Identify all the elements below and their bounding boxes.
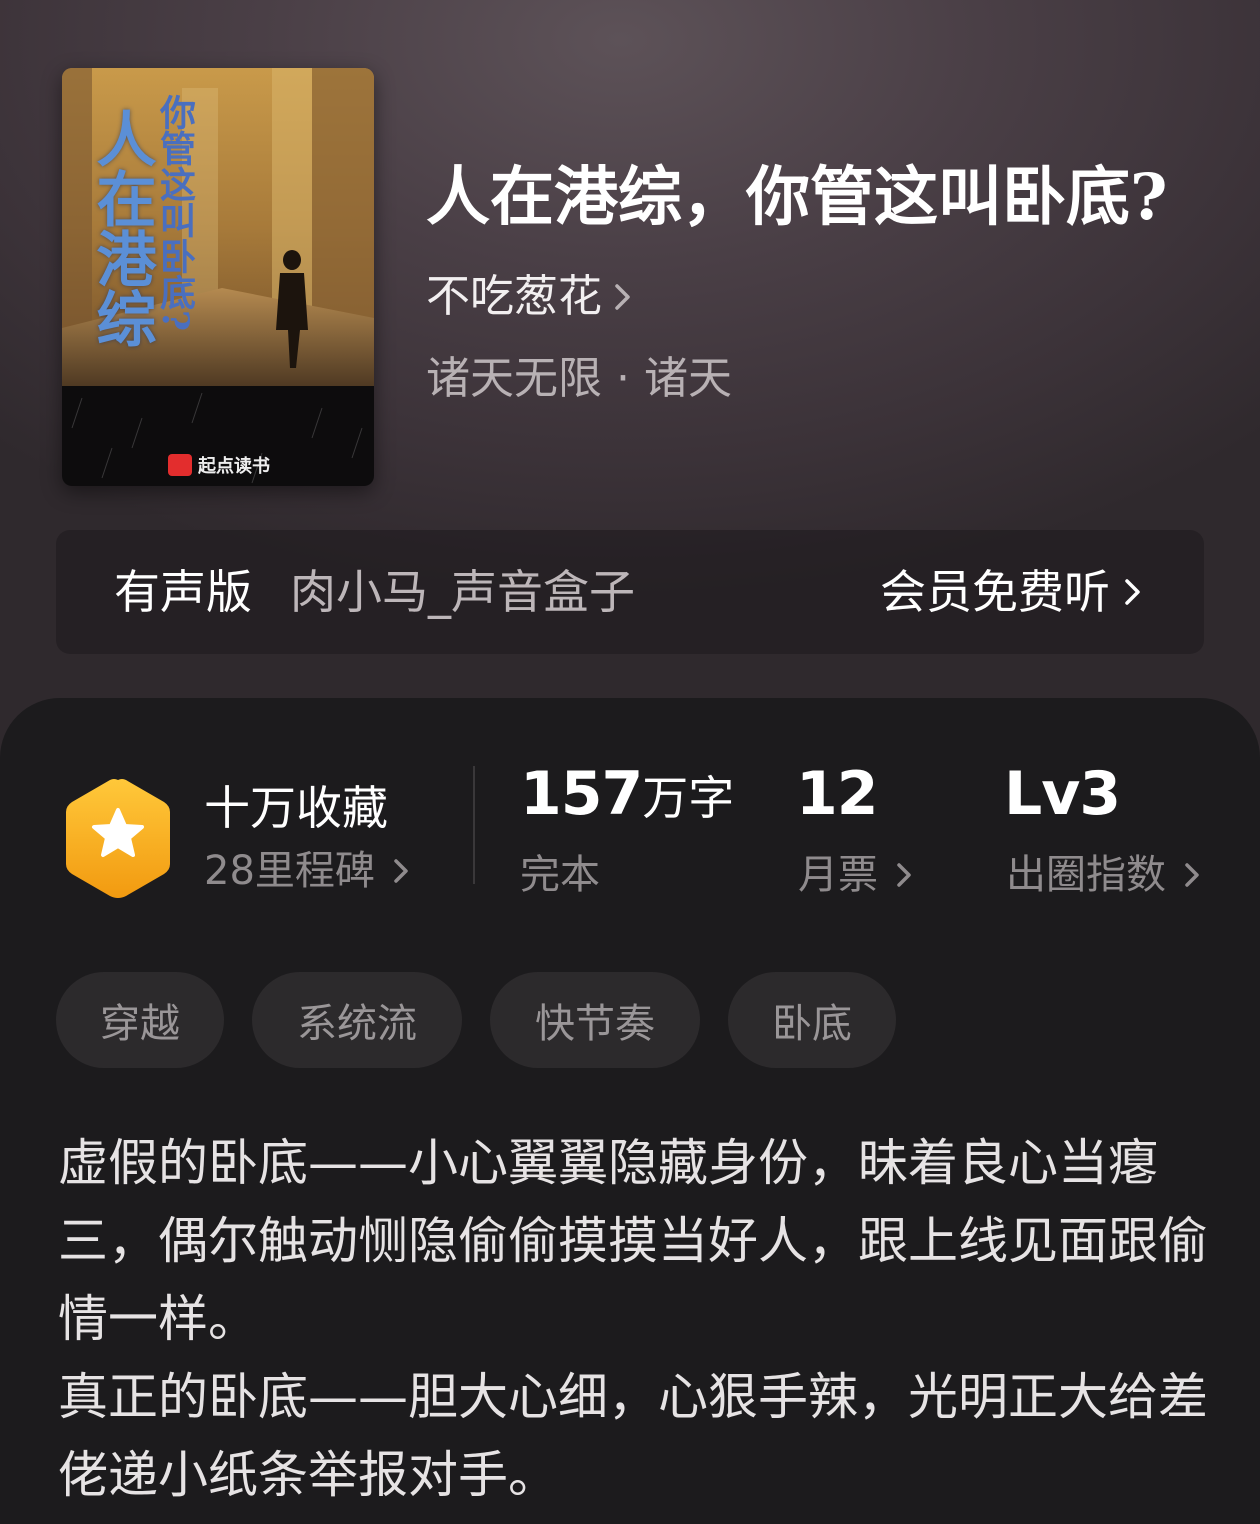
author-name: 不吃葱花 bbox=[426, 271, 602, 322]
audiobook-label: 有声版 bbox=[114, 565, 252, 619]
stat-divider bbox=[473, 766, 475, 884]
chevron-right-icon bbox=[394, 859, 408, 883]
monthly-tickets-number: 12 bbox=[796, 759, 878, 829]
audiobook-narrator: 肉小马_声音盒子 bbox=[290, 565, 635, 619]
word-count-unit: 万字 bbox=[642, 771, 735, 825]
monthly-tickets: 12 bbox=[796, 764, 878, 826]
cover-brand-label: 起点读书 bbox=[198, 456, 270, 477]
monthly-tickets-label: 月票 bbox=[798, 852, 878, 898]
milestone-link[interactable]: 28里程碑 bbox=[204, 846, 411, 896]
popularity-index-label: 出圈指数 bbox=[1006, 852, 1166, 898]
book-description[interactable]: 虚假的卧底——小心翼翼隐藏身份，昧着良心当瘪三，偶尔触动恻隐偷偷摸摸当好人，跟上… bbox=[58, 1124, 1208, 1514]
description-paragraph: 真正的卧底——胆大心细，心狠手辣，光明正大给差佬递小纸条举报对手。 bbox=[58, 1368, 1208, 1504]
word-count: 157万字 bbox=[520, 764, 735, 826]
popularity-index: Lv3 bbox=[1004, 764, 1121, 826]
cover-brand: 起点读书 bbox=[168, 452, 270, 478]
tag-chip[interactable]: 快节奏 bbox=[490, 972, 700, 1068]
chevron-right-icon bbox=[897, 863, 911, 887]
popularity-index-link[interactable]: 出圈指数 bbox=[1006, 850, 1202, 900]
qidian-logo-icon bbox=[168, 454, 192, 476]
chevron-right-icon bbox=[1185, 863, 1199, 887]
star-badge-icon bbox=[66, 779, 170, 898]
popularity-index-value: Lv3 bbox=[1004, 759, 1121, 829]
completion-status-label: 完本 bbox=[520, 852, 600, 898]
cover-title-sub: 你管这叫卧底? bbox=[154, 94, 196, 332]
collection-title: 十万收藏 bbox=[204, 781, 388, 835]
tag-chip[interactable]: 穿越 bbox=[56, 972, 224, 1068]
member-free-listen-button[interactable]: 会员免费听 bbox=[880, 564, 1144, 620]
word-count-number: 157 bbox=[520, 759, 643, 829]
member-free-listen-label: 会员免费听 bbox=[880, 565, 1110, 619]
cover-title-main: 人在港综 bbox=[86, 108, 156, 348]
milestone-label: 28里程碑 bbox=[204, 848, 375, 894]
book-cover[interactable]: 人在港综 你管这叫卧底? 起点读书 bbox=[62, 68, 374, 486]
author-link[interactable]: 不吃葱花 bbox=[426, 270, 634, 324]
book-genre: 诸天无限 · 诸天 bbox=[426, 353, 732, 404]
audiobook-bar[interactable]: 有声版 肉小马_声音盒子 会员免费听 bbox=[56, 530, 1204, 654]
description-paragraph: 虚假的卧底——小心翼翼隐藏身份，昧着良心当瘪三，偶尔触动恻隐偷偷摸摸当好人，跟上… bbox=[58, 1134, 1208, 1348]
book-title: 人在港综，你管这叫卧底? bbox=[426, 160, 1168, 235]
monthly-tickets-link[interactable]: 月票 bbox=[798, 850, 914, 900]
tag-chip[interactable]: 系统流 bbox=[252, 972, 462, 1068]
chevron-right-icon bbox=[1125, 579, 1140, 605]
completion-status: 完本 bbox=[520, 850, 600, 900]
chevron-right-icon bbox=[615, 284, 630, 310]
tag-chip[interactable]: 卧底 bbox=[728, 972, 896, 1068]
